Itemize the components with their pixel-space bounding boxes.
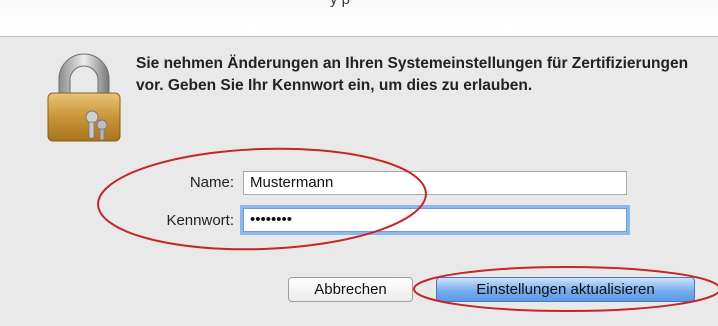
update-settings-button[interactable]: Einstellungen aktualisieren	[436, 277, 695, 302]
dialog-message: Sie nehmen Änderungen an Ihren Systemein…	[136, 55, 689, 94]
name-field[interactable]: Mustermann	[243, 171, 627, 195]
password-field[interactable]: ••••••••	[243, 208, 627, 232]
name-label: Name:	[189, 174, 234, 191]
cancel-button[interactable]: Abbrechen	[288, 277, 413, 302]
window-title: y p	[330, 0, 350, 8]
lock-icon	[47, 53, 121, 142]
password-label: Kennwort:	[166, 212, 234, 229]
window-title-area: y p	[0, 0, 718, 36]
